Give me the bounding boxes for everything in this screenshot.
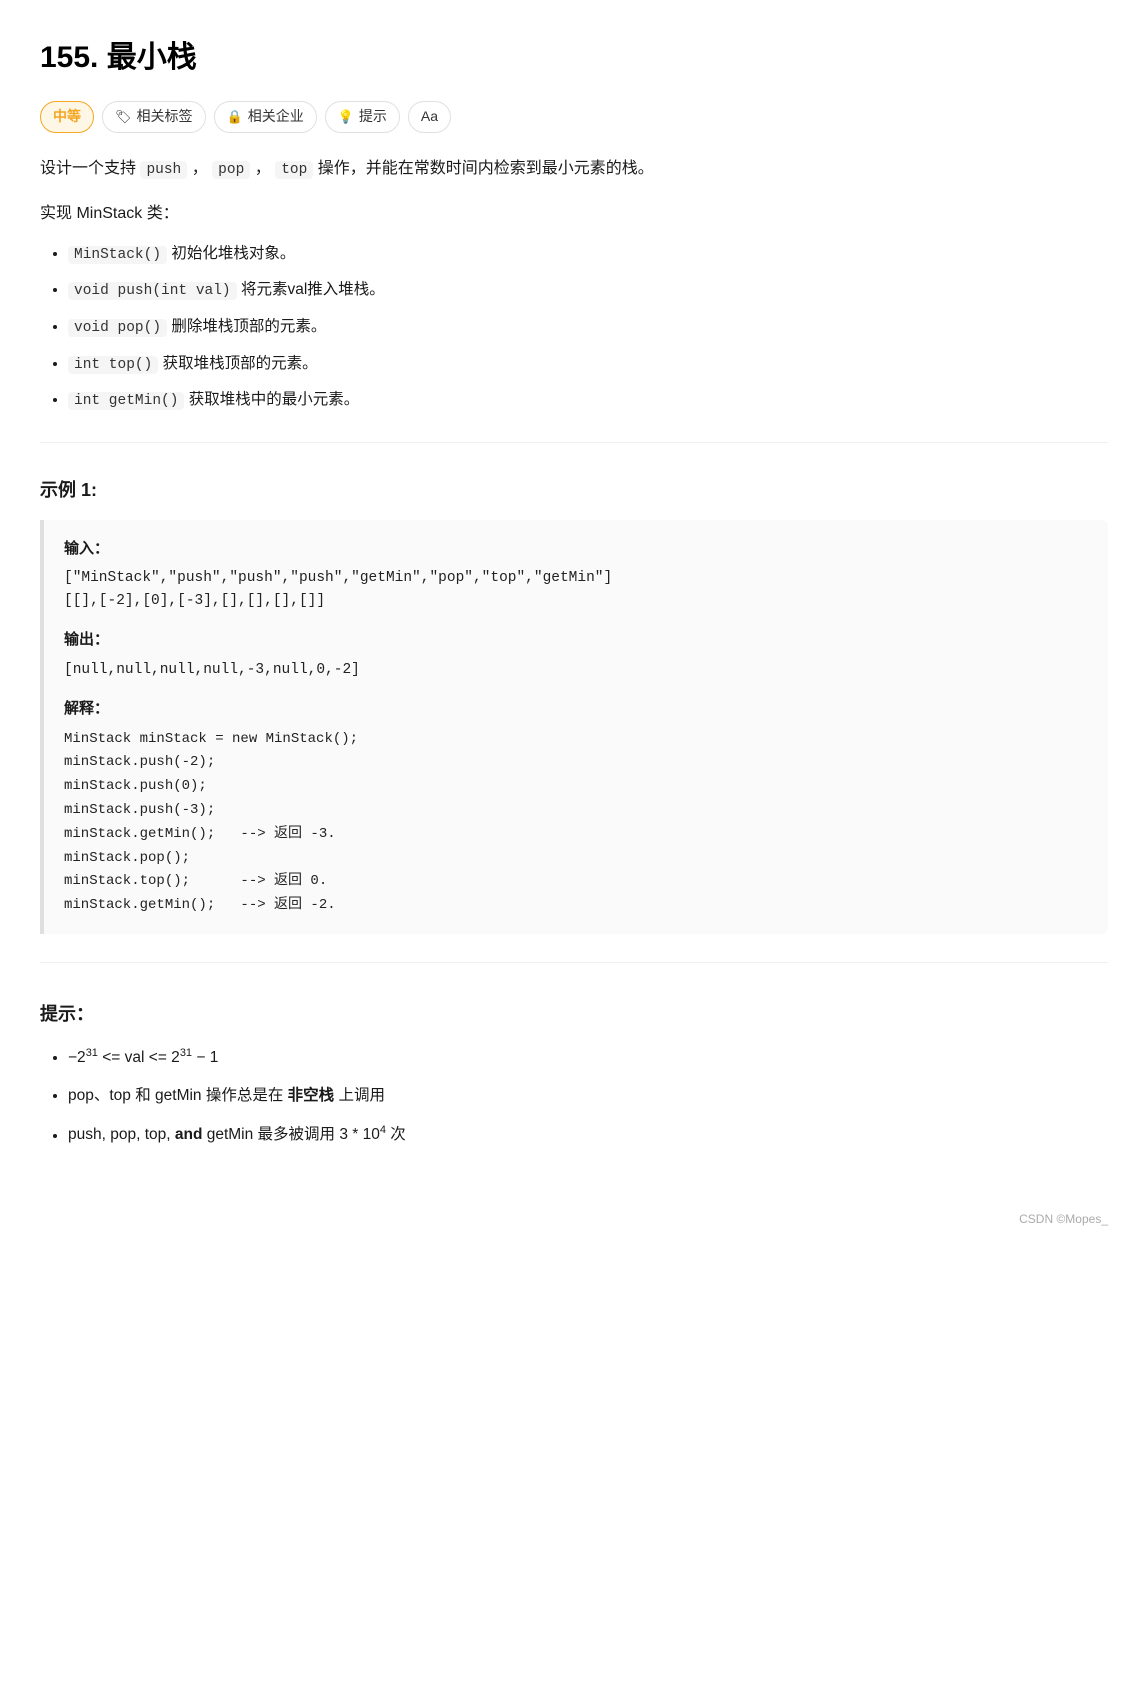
code-push: push: [140, 161, 187, 179]
input-line1: ["MinStack","push","push","push","getMin…: [64, 567, 1088, 590]
output-label: 输出：: [64, 627, 1088, 653]
code-pop: pop: [212, 161, 250, 179]
method-item-3: void pop() 删除堆栈顶部的元素。: [68, 314, 1108, 341]
difficulty-tag[interactable]: 中等: [40, 101, 94, 133]
example-section-title: 示例 1:: [40, 475, 1108, 506]
tag-labels[interactable]: 🏷 相关标签: [102, 101, 206, 133]
input-label: 输入：: [64, 536, 1088, 562]
footer: CSDN ©Mopes_: [40, 1209, 1108, 1229]
tag-font[interactable]: Aa: [408, 101, 451, 133]
method-code-5: int getMin(): [68, 392, 184, 410]
method-item-4: int top() 获取堆栈顶部的元素。: [68, 351, 1108, 378]
method-desc-5: 获取堆栈中的最小元素。: [189, 391, 360, 408]
explain-code: MinStack minStack = new MinStack(); minS…: [64, 728, 1088, 918]
method-desc-3: 删除堆栈顶部的元素。: [171, 318, 326, 335]
tag-company-text: 相关企业: [248, 105, 304, 129]
tag-labels-text: 相关标签: [137, 105, 193, 129]
hint-item-2: pop、top 和 getMin 操作总是在 非空栈 上调用: [68, 1083, 1108, 1109]
hint-item-1: −231 <= val <= 231 − 1: [68, 1044, 1108, 1072]
method-desc-1: 初始化堆栈对象。: [171, 245, 295, 262]
page-title: 155. 最小栈: [40, 32, 1108, 83]
method-code-2: void push(int val): [68, 282, 237, 300]
tag-font-text: Aa: [421, 105, 438, 129]
bulb-icon: 💡: [338, 106, 354, 128]
hints-title: 提示：: [40, 999, 1108, 1030]
hints-section: 提示： −231 <= val <= 231 − 1 pop、top 和 get…: [40, 999, 1108, 1149]
output-value: [null,null,null,null,-3,null,0,-2]: [64, 659, 1088, 682]
implement-text: 实现 MinStack 类：: [40, 200, 1108, 227]
tag-company[interactable]: 🔒 相关企业: [214, 101, 317, 133]
method-item-2: void push(int val) 将元素val推入堆栈。: [68, 277, 1108, 304]
hint-item-3: push, pop, top, and getMin 最多被调用 3 * 104…: [68, 1121, 1108, 1149]
tag-hint-text: 提示: [359, 105, 387, 129]
methods-list: MinStack() 初始化堆栈对象。 void push(int val) 将…: [40, 241, 1108, 414]
method-code-1: MinStack(): [68, 246, 167, 264]
input-line2: [[],[-2],[0],[-3],[],[],[],[]]: [64, 590, 1088, 613]
description: 设计一个支持 push ， pop ， top 操作，并能在常数时间内检索到最小…: [40, 155, 1108, 184]
method-code-3: void pop(): [68, 319, 167, 337]
code-top: top: [275, 161, 313, 179]
tag-hint[interactable]: 💡 提示: [325, 101, 400, 133]
divider-2: [40, 962, 1108, 963]
explain-label: 解释：: [64, 696, 1088, 722]
method-desc-4: 获取堆栈顶部的元素。: [163, 355, 318, 372]
method-item-5: int getMin() 获取堆栈中的最小元素。: [68, 387, 1108, 414]
divider-1: [40, 442, 1108, 443]
method-item-1: MinStack() 初始化堆栈对象。: [68, 241, 1108, 268]
hints-list: −231 <= val <= 231 − 1 pop、top 和 getMin …: [40, 1044, 1108, 1149]
example-box: 输入： ["MinStack","push","push","push","ge…: [40, 520, 1108, 934]
label-icon: 🏷: [115, 106, 132, 128]
lock-icon: 🔒: [227, 106, 243, 128]
method-desc-2: 将元素val推入堆栈。: [241, 281, 385, 298]
tags-row: 中等 🏷 相关标签 🔒 相关企业 💡 提示 Aa: [40, 101, 1108, 133]
method-code-4: int top(): [68, 356, 158, 374]
